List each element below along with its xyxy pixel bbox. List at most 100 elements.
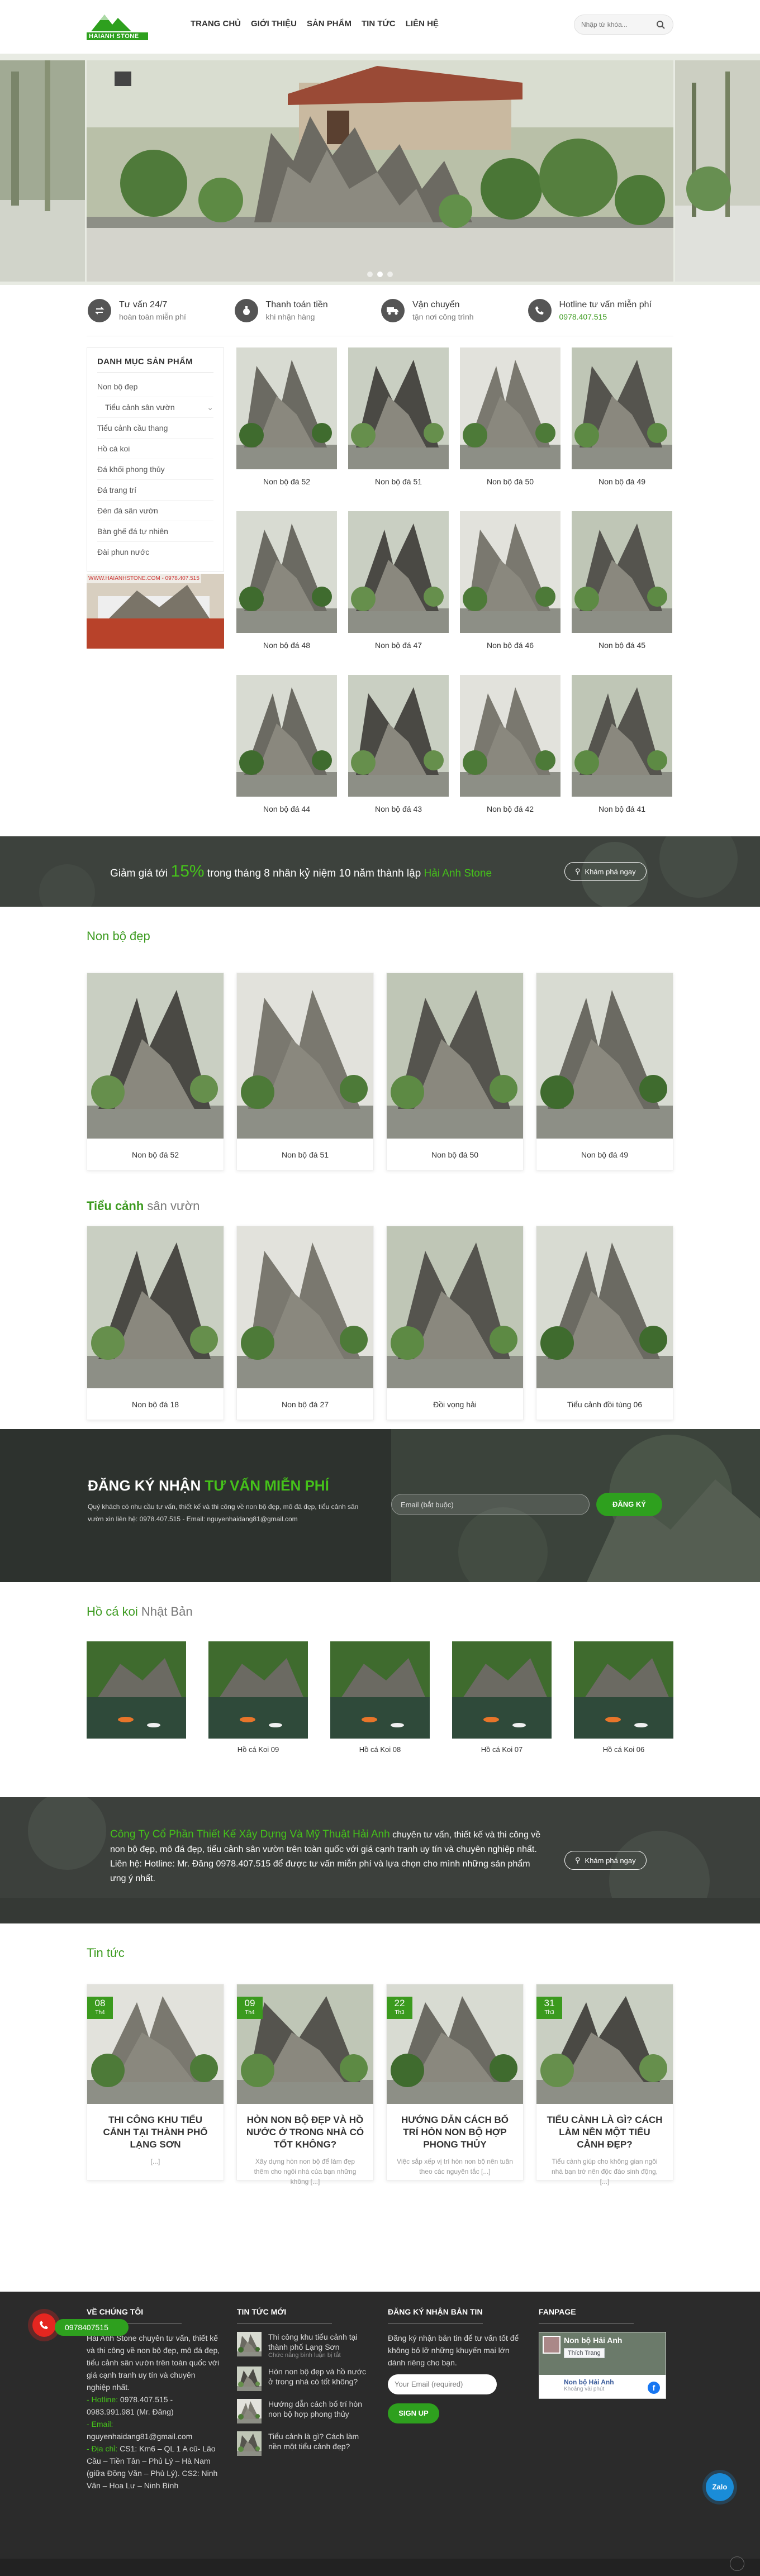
product-image[interactable] xyxy=(536,973,673,1139)
product-image[interactable] xyxy=(236,675,337,797)
product-name[interactable]: Đồi vọng hải xyxy=(387,1388,523,1421)
koi-name[interactable]: Hồ cá Koi 09 xyxy=(208,1745,308,1754)
product-name[interactable]: Non bộ đá 46 xyxy=(460,641,560,650)
koi-card[interactable]: Hồ cá Koi 06 xyxy=(574,1641,673,1754)
news-card[interactable]: 22 Th3 HƯỚNG DẪN CÁCH BỐ TRÍ HÒN NON BỘ HỢ… xyxy=(386,1984,524,2180)
explore-button[interactable]: ⚲ Khám phá ngay xyxy=(564,1851,647,1870)
product-name[interactable]: Non bộ đá 45 xyxy=(572,641,672,650)
chevron-down-icon[interactable]: ⌄ xyxy=(207,397,213,417)
koi-card[interactable] xyxy=(87,1641,186,1754)
news-card[interactable]: 09 Th4 HÒN NON BỘ ĐẸP VÀ HỒ NƯỚC Ở TRONG N… xyxy=(236,1984,374,2185)
product-image[interactable] xyxy=(348,511,449,633)
product-name[interactable]: Non bộ đá 52 xyxy=(236,477,337,486)
sidebar-item-cau-thang[interactable]: Tiểu cảnh cầu thang xyxy=(97,418,213,439)
nav-products[interactable]: SẢN PHẨM xyxy=(303,19,355,28)
footer-news-title[interactable]: Tiểu cảnh là gì? Cách làm nền một tiểu c… xyxy=(268,2431,371,2451)
product-name[interactable]: Non bộ đá 50 xyxy=(460,477,560,486)
product-name[interactable]: Non bộ đá 41 xyxy=(572,804,672,813)
koi-image[interactable] xyxy=(208,1641,308,1739)
news-title[interactable]: TIỂU CẢNH LÀ GÌ? CÁCH LÀM NỀN MỘT TIỂU C… xyxy=(536,2104,673,2151)
product-card[interactable]: Non bộ đá 52 xyxy=(87,973,224,1170)
sidebar-banner[interactable]: WWW.HAIANHSTONE.COM - 0978.407.515 xyxy=(87,574,224,649)
product-image[interactable] xyxy=(572,347,672,469)
product-card[interactable]: Non bộ đá 45 xyxy=(572,511,672,675)
product-card[interactable]: Non bộ đá 47 xyxy=(348,511,449,675)
call-number[interactable]: 0978407515 xyxy=(55,2319,129,2336)
footer-news-title[interactable]: Thi công khu tiểu cảnh tại thành phố Lạn… xyxy=(268,2332,371,2352)
product-card[interactable]: Non bộ đá 51 xyxy=(348,347,449,511)
sidebar-item-non-bo[interactable]: Non bộ đẹp xyxy=(97,377,213,397)
product-card[interactable]: Non bộ đá 48 xyxy=(236,511,337,675)
nav-news[interactable]: TIN TỨC xyxy=(358,19,399,28)
product-image[interactable] xyxy=(387,1226,523,1388)
sidebar-item-da-khoi[interactable]: Đá khối phong thủy xyxy=(97,459,213,480)
sidebar-item-ho-ca-koi[interactable]: Hồ cá koi xyxy=(97,439,213,459)
fb-page-name[interactable]: Non bộ Hải Anh xyxy=(564,2336,622,2345)
sidebar-item-den-da[interactable]: Đèn đá sân vườn xyxy=(97,501,213,521)
explore-button[interactable]: ⚲ Khám phá ngay xyxy=(564,862,647,881)
product-image[interactable] xyxy=(460,347,560,469)
call-button[interactable] xyxy=(32,2313,56,2337)
product-card[interactable]: Đồi vọng hải xyxy=(386,1226,524,1420)
scroll-top-button[interactable] xyxy=(730,2556,744,2571)
koi-image[interactable] xyxy=(574,1641,673,1739)
product-name[interactable]: Non bộ đá 44 xyxy=(236,804,337,813)
register-email-input[interactable]: Email (bắt buộc) xyxy=(391,1494,590,1515)
product-image[interactable] xyxy=(572,511,672,633)
product-image[interactable] xyxy=(460,511,560,633)
product-name[interactable]: Non bộ đá 27 xyxy=(237,1388,373,1421)
subscribe-email-input[interactable]: Your Email (required) xyxy=(388,2374,497,2394)
product-card[interactable]: Tiểu cảnh đồi tùng 06 xyxy=(536,1226,673,1420)
koi-image[interactable] xyxy=(87,1641,186,1739)
product-name[interactable]: Non bộ đá 48 xyxy=(236,641,337,650)
product-card[interactable]: Non bộ đá 50 xyxy=(460,347,560,511)
koi-name[interactable]: Hồ cá Koi 07 xyxy=(452,1745,552,1754)
zalo-chat-button[interactable]: Zalo xyxy=(706,2473,734,2501)
register-button[interactable]: ĐĂNG KÝ xyxy=(596,1493,662,1516)
facebook-page-widget[interactable]: Non bộ Hải Anh Thích Trang Non bộ Hải An… xyxy=(539,2332,666,2399)
sidebar-item-ban-ghe[interactable]: Bàn ghế đá tự nhiên xyxy=(97,521,213,542)
product-image[interactable] xyxy=(87,1226,224,1388)
footer-email[interactable]: nguyenhaidang81@gmail.com xyxy=(87,2432,192,2441)
product-image[interactable] xyxy=(536,1226,673,1388)
product-card[interactable]: Non bộ đá 49 xyxy=(536,973,673,1170)
footer-news-title[interactable]: Hướng dẫn cách bố trí hòn non bộ hợp pho… xyxy=(268,2399,371,2419)
product-image[interactable] xyxy=(236,511,337,633)
product-image[interactable] xyxy=(348,675,449,797)
product-card[interactable]: Non bộ đá 52 xyxy=(236,347,337,511)
product-image[interactable] xyxy=(460,675,560,797)
slider-dot-active[interactable] xyxy=(377,272,383,277)
nav-contact[interactable]: LIÊN HỆ xyxy=(402,19,442,28)
product-name[interactable]: Non bộ đá 51 xyxy=(237,1139,373,1171)
footer-news-thumb[interactable] xyxy=(237,2367,262,2391)
product-name[interactable]: Non bộ đá 43 xyxy=(348,804,449,813)
sidebar-item-dai-phun-nuoc[interactable]: Đài phun nước xyxy=(97,542,213,562)
product-name[interactable]: Non bộ đá 51 xyxy=(348,477,449,486)
product-image[interactable] xyxy=(237,1226,373,1388)
fb-post-author[interactable]: Non bộ Hải Anh xyxy=(564,2378,661,2386)
koi-image[interactable] xyxy=(330,1641,430,1739)
product-name[interactable]: Non bộ đá 49 xyxy=(572,477,672,486)
product-name[interactable]: Non bộ đá 50 xyxy=(387,1139,523,1171)
slide-next-image[interactable] xyxy=(675,60,760,282)
nav-home[interactable]: TRANG CHỦ xyxy=(187,19,244,28)
footer-news-thumb[interactable] xyxy=(237,2399,262,2423)
product-image[interactable] xyxy=(237,973,373,1139)
news-title[interactable]: HƯỚNG DẪN CÁCH BỐ TRÍ HÒN NON BỘ HỢP PHO… xyxy=(387,2104,523,2151)
product-card[interactable]: Non bộ đá 43 xyxy=(348,675,449,839)
product-card[interactable]: Non bộ đá 44 xyxy=(236,675,337,839)
slide-prev-image[interactable] xyxy=(0,60,85,282)
product-image[interactable] xyxy=(348,347,449,469)
news-card[interactable]: 31 Th3 TIỂU CẢNH LÀ GÌ? CÁCH LÀM NỀN MỘT T… xyxy=(536,1984,673,2185)
product-name[interactable]: Non bộ đá 52 xyxy=(87,1139,224,1171)
slider-dot[interactable] xyxy=(387,272,393,277)
product-name[interactable]: Tiểu cảnh đồi tùng 06 xyxy=(536,1388,673,1421)
product-card[interactable]: Non bộ đá 46 xyxy=(460,511,560,675)
koi-card[interactable]: Hồ cá Koi 08 xyxy=(330,1641,430,1754)
slider-dot[interactable] xyxy=(367,272,373,277)
footer-news-item[interactable]: Thi công khu tiểu cảnh tại thành phố Lạn… xyxy=(237,2332,371,2359)
product-card[interactable]: Non bộ đá 27 xyxy=(236,1226,374,1420)
site-logo[interactable]: HAIANH STONE xyxy=(87,10,148,44)
koi-name[interactable]: Hồ cá Koi 08 xyxy=(330,1745,430,1754)
product-name[interactable]: Non bộ đá 18 xyxy=(87,1388,224,1421)
